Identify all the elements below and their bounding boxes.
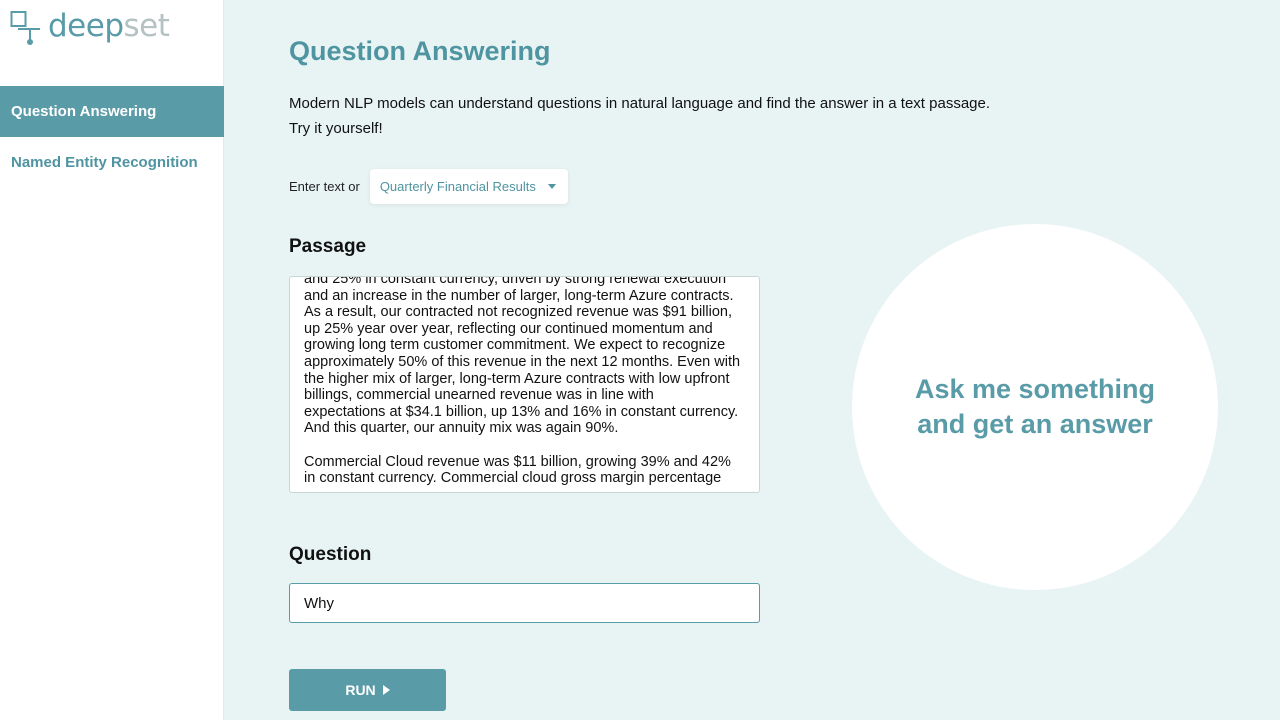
deepset-logo[interactable]: deepset [10, 8, 170, 48]
answer-panel: Ask me something and get an answer [852, 224, 1218, 590]
passage-line: Commercial Cloud revenue was $11 billion… [304, 453, 731, 470]
passage-heading: Passage [289, 236, 367, 257]
sidebar-item-label: Named Entity Recognition [11, 154, 198, 171]
passage-content: and 25% in constant currency, driven by … [304, 276, 748, 492]
sidebar-nav: Question Answering Named Entity Recognit… [0, 86, 224, 188]
chevron-down-icon [547, 184, 556, 189]
answer-placeholder-line-1: Ask me something [914, 374, 1156, 404]
passage-paragraph-1: and 25% in constant currency, driven by … [304, 276, 748, 437]
intro-line-2: Try it yourself! [289, 120, 383, 137]
passage-line: And this quarter, our annuity mix was ag… [304, 420, 619, 437]
passage-line: up 25% year over year, reflecting our co… [304, 320, 713, 337]
passage-textarea[interactable]: and 25% in constant currency, driven by … [289, 276, 760, 493]
passage-line: approximately 50% of this revenue in the… [304, 353, 741, 370]
sidebar-item-label: Question Answering [11, 103, 157, 120]
deepset-logo-icon [10, 11, 40, 45]
passage-line: expectations at $34.1 billion, up 13% an… [304, 403, 739, 420]
passage-line: billings, commercial unearned revenue wa… [304, 387, 654, 404]
passage-line: in constant currency. Commercial cloud g… [304, 470, 722, 487]
logo-text: deepset [48, 8, 170, 44]
passage-line: As a result, our contracted not recogniz… [304, 304, 732, 321]
sidebar-item-named-entity-recognition[interactable]: Named Entity Recognition [0, 137, 224, 188]
example-text-dropdown[interactable]: Quarterly Financial Results [369, 169, 568, 204]
page-title: Question Answering [289, 36, 551, 66]
answer-placeholder-line-2: and get an answer [917, 409, 1153, 439]
source-label: Enter text or [289, 179, 360, 194]
passage-line: and an increase in the number of larger,… [304, 287, 734, 304]
passage-line: and 25% in constant currency, driven by … [304, 276, 727, 287]
passage-line: the higher mix of larger, long-term Azur… [304, 370, 730, 387]
logo-text-set: set [123, 8, 170, 44]
run-button[interactable]: RUN [289, 669, 446, 711]
run-button-label: RUN [345, 682, 376, 698]
source-row: Enter text or Quarterly Financial Result… [289, 169, 568, 204]
sidebar: deepset Question Answering Named Entity … [0, 0, 224, 720]
passage-paragraph-2: Commercial Cloud revenue was $11 billion… [304, 454, 748, 487]
play-icon [382, 685, 390, 695]
question-input[interactable] [289, 583, 760, 623]
dropdown-selected-value: Quarterly Financial Results [379, 179, 536, 194]
sidebar-item-question-answering[interactable]: Question Answering [0, 86, 224, 137]
passage-line: growing long term customer commitment. W… [304, 337, 726, 354]
answer-placeholder: Ask me something and get an answer [915, 372, 1155, 442]
intro-text: Modern NLP models can understand questio… [289, 91, 990, 141]
intro-line-1: Modern NLP models can understand questio… [289, 95, 991, 112]
question-heading: Question [289, 544, 372, 565]
logo-text-deep: deep [48, 8, 124, 44]
